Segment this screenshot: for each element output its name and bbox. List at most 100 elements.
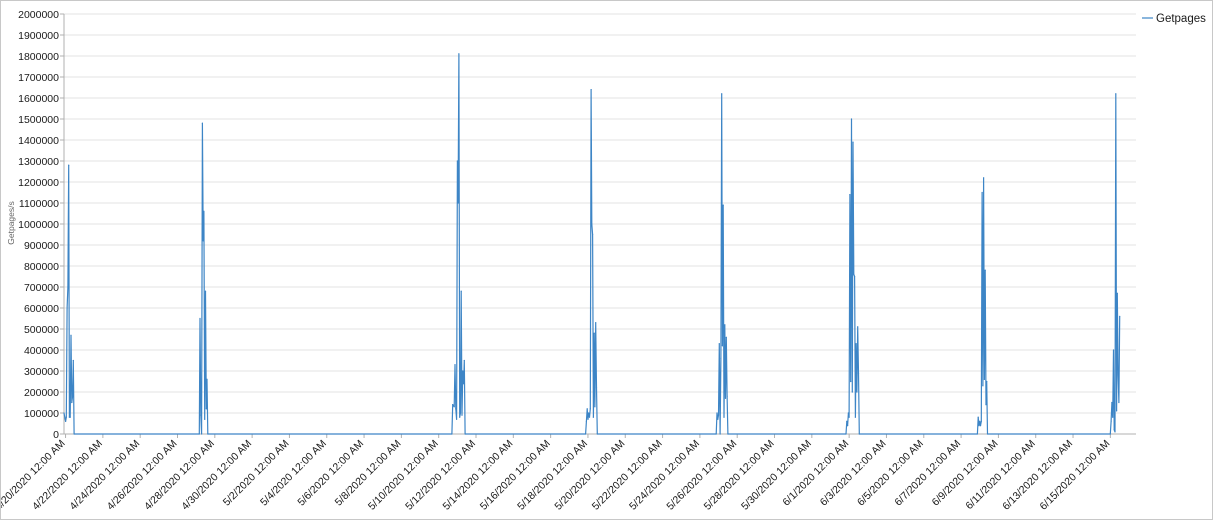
data-point	[594, 406, 596, 408]
y-tick-label: 600000	[24, 303, 59, 315]
data-point	[847, 425, 849, 427]
data-point	[585, 433, 587, 435]
data-point	[69, 416, 71, 418]
x-tick-label: 6/15/2020 12:00 AM	[1038, 438, 1113, 513]
data-point	[1110, 420, 1112, 422]
data-point	[724, 324, 726, 326]
data-point	[721, 345, 724, 347]
y-tick-label: 1000000	[18, 219, 59, 231]
y-tick-label: 500000	[24, 324, 59, 336]
data-point	[588, 416, 591, 418]
x-tick-label: 6/7/2020 12:00 AM	[892, 438, 963, 509]
data-point	[65, 416, 67, 418]
data-point	[723, 416, 725, 418]
data-point	[63, 412, 65, 414]
data-point	[462, 370, 464, 372]
data-point	[73, 433, 75, 435]
data-point	[456, 160, 458, 162]
data-point	[857, 326, 859, 328]
data-point	[451, 433, 453, 435]
x-tick-label: 5/24/2020 12:00 AM	[627, 438, 702, 513]
data-point	[850, 380, 852, 383]
data-point	[65, 420, 67, 422]
x-tick-label: 4/22/2020 12:00 AM	[30, 438, 105, 513]
x-tick-label: 6/5/2020 12:00 AM	[855, 438, 926, 509]
y-axis-ticks: 0100000200000300000400000500000600000700…	[18, 9, 64, 441]
data-point	[592, 416, 595, 418]
data-point	[461, 414, 463, 416]
data-point	[201, 433, 203, 435]
x-tick-label: 5/14/2020 12:00 AM	[440, 438, 515, 513]
y-tick-label: 1600000	[18, 93, 59, 105]
data-point	[1109, 433, 1111, 435]
series-line-getpages	[63, 53, 1121, 435]
data-point	[854, 416, 857, 418]
x-tick-label: 5/4/2020 12:00 AM	[258, 438, 329, 509]
data-point	[850, 118, 853, 120]
data-point	[201, 122, 203, 124]
data-point	[453, 406, 455, 408]
data-point	[67, 286, 69, 288]
gridlines	[64, 13, 1136, 414]
data-point	[718, 343, 720, 345]
data-point	[717, 414, 720, 416]
y-tick-label: 1700000	[18, 72, 59, 84]
data-point	[463, 359, 465, 362]
data-point	[588, 412, 590, 414]
x-tick-label: 6/13/2020 12:00 AM	[1000, 438, 1075, 513]
data-point	[198, 433, 200, 435]
data-point	[1119, 315, 1121, 317]
data-point	[715, 433, 717, 435]
data-point	[587, 418, 589, 420]
x-tick-label: 5/2/2020 12:00 AM	[221, 438, 292, 509]
data-point	[591, 223, 593, 225]
x-tick-label: 5/10/2020 12:00 AM	[366, 438, 441, 513]
data-point	[454, 364, 456, 366]
data-point	[1113, 429, 1115, 431]
x-tick-label: 6/11/2020 12:00 AM	[963, 438, 1037, 512]
x-tick-label: 5/16/2020 12:00 AM	[478, 438, 553, 513]
data-point	[459, 412, 462, 414]
data-point	[72, 359, 74, 362]
y-tick-label: 1300000	[18, 156, 59, 168]
x-axis-ticks: 4/20/2020 12:00 AM4/22/2020 12:00 AM4/24…	[1, 434, 1112, 513]
x-tick-label: 6/9/2020 12:00 AM	[930, 438, 1001, 509]
legend: Getpages	[1142, 13, 1206, 25]
data-point	[722, 204, 724, 206]
data-point	[203, 210, 205, 212]
x-tick-label: 5/22/2020 12:00 AM	[590, 438, 665, 513]
data-point	[596, 433, 598, 435]
data-point	[727, 433, 729, 435]
x-tick-label: 5/6/2020 12:00 AM	[295, 438, 366, 509]
data-point	[720, 357, 722, 359]
data-point	[845, 433, 847, 435]
data-point	[986, 380, 988, 383]
y-tick-label: 1100000	[19, 198, 59, 210]
data-point	[200, 414, 202, 416]
data-point	[71, 401, 73, 404]
data-point	[1112, 416, 1114, 418]
data-point	[852, 141, 854, 143]
data-point	[983, 378, 986, 380]
data-point	[980, 420, 982, 422]
data-point	[721, 93, 723, 95]
data-point	[66, 307, 68, 309]
data-point	[724, 397, 727, 399]
data-point	[984, 269, 986, 271]
data-point	[846, 420, 848, 422]
y-tick-label: 700000	[24, 282, 59, 294]
x-tick-label: 5/18/2020 12:00 AM	[515, 438, 590, 513]
y-tick-label: 300000	[24, 366, 59, 378]
y-tick-label: 100000	[24, 408, 59, 420]
series-layer	[63, 53, 1121, 435]
data-point	[1112, 349, 1115, 351]
x-tick-label: 4/26/2020 12:00 AM	[105, 438, 180, 513]
y-tick-label: 1200000	[18, 177, 59, 189]
y-tick-label: 1900000	[18, 30, 59, 42]
data-point	[456, 418, 458, 420]
data-point	[848, 416, 850, 418]
data-point	[460, 290, 462, 292]
data-point	[979, 425, 982, 427]
data-point	[726, 395, 728, 397]
y-tick-label: 200000	[24, 387, 59, 399]
